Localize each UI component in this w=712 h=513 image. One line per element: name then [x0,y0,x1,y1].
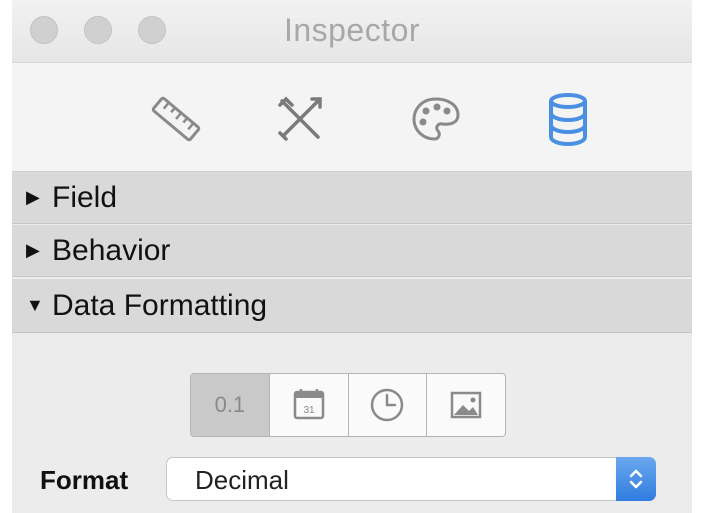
section-behavior[interactable]: ▶ Behavior [12,225,692,277]
palette-icon [412,97,460,141]
format-select[interactable]: Decimal [166,457,656,501]
disclosure-down-icon: ▼ [26,295,44,315]
clock-icon [371,388,404,422]
window-title: Inspector [283,12,421,48]
database-tab[interactable] [536,87,600,151]
section-label: Field [52,180,118,214]
disclosure-right-icon: ▶ [26,187,40,207]
format-type-segmented-control: 0.1 31 [190,373,506,437]
calendar-day-label: 31 [303,405,315,416]
format-select-value: Decimal [195,465,289,495]
inspector-window: Inspector ▶ Field ▶ Behavior ▼ Data Form… [12,0,692,513]
date-format-button[interactable]: 31 [270,374,349,436]
number-format-button[interactable]: 0.1 [191,374,270,436]
time-format-button[interactable] [349,374,428,436]
calendar-icon: 31 [293,389,324,420]
section-field[interactable]: ▶ Field [12,172,692,224]
section-label: Behavior [52,233,171,267]
image-icon [450,391,482,419]
database-icon [549,93,587,147]
tools-icon [278,96,322,141]
ruler-tab[interactable] [144,87,208,151]
title-bar: Inspector [12,0,692,63]
ruler-icon [151,96,201,142]
section-data-formatting[interactable]: ▼ Data Formatting [12,279,692,333]
disclosure-right-icon: ▶ [26,240,40,260]
inspector-toolbar [12,63,692,172]
image-format-button[interactable] [427,374,505,436]
palette-tab[interactable] [404,87,468,151]
number-icon: 0.1 [214,392,246,417]
data-formatting-panel: 0.1 31 Format Decimal [12,333,692,513]
tools-tab[interactable] [268,87,332,151]
section-label: Data Formatting [52,288,268,322]
select-stepper-icon [616,457,656,501]
format-label: Format [40,465,129,495]
